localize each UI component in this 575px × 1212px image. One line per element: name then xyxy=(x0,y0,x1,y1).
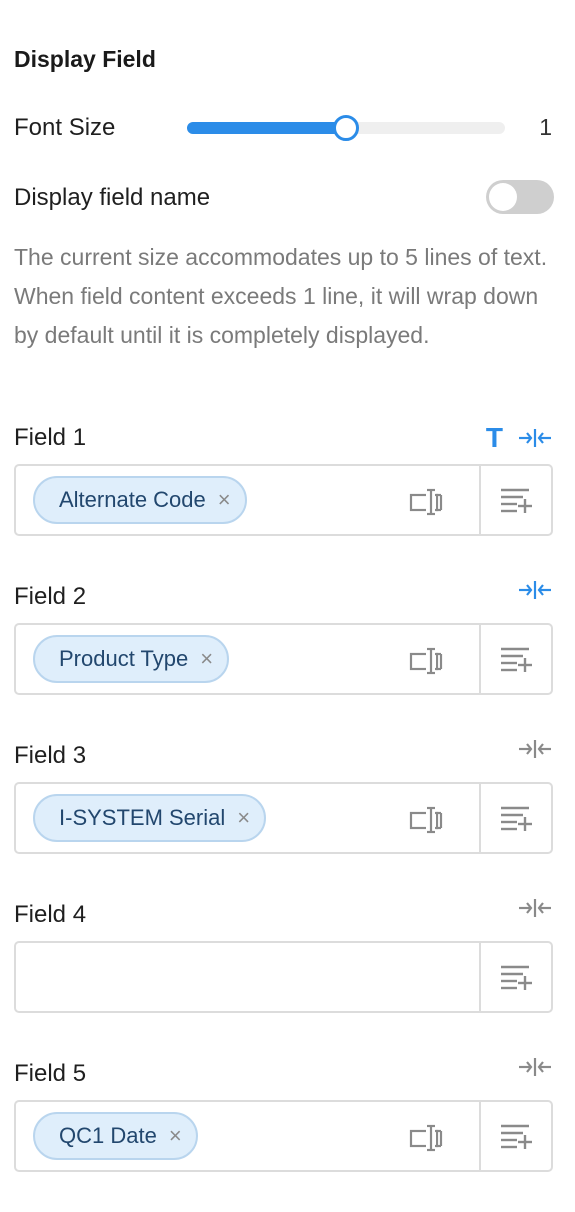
chip-close-icon[interactable]: × xyxy=(218,487,231,513)
column-width-icon[interactable] xyxy=(409,488,443,516)
field-chip[interactable]: QC1 Date × xyxy=(33,1112,198,1160)
add-list-icon xyxy=(499,487,533,513)
display-field-name-toggle[interactable] xyxy=(486,180,554,214)
chip-label: I-SYSTEM Serial xyxy=(59,805,226,830)
add-field-button[interactable] xyxy=(479,1102,551,1170)
field-label: Field 3 xyxy=(14,742,87,769)
toggle-knob xyxy=(489,183,517,211)
field-label: Field 2 xyxy=(14,583,87,610)
section-title: Display Field xyxy=(14,46,156,72)
chip-close-icon[interactable]: × xyxy=(237,805,250,831)
field-label: Field 5 xyxy=(14,1060,87,1087)
compress-width-icon[interactable] xyxy=(517,897,553,919)
font-size-value: 1 xyxy=(539,114,552,140)
font-size-row: Font Size 1 xyxy=(14,110,554,150)
display-field-name-row: Display field name xyxy=(14,178,554,218)
field-chip[interactable]: Alternate Code × xyxy=(33,476,247,524)
add-list-icon xyxy=(499,646,533,672)
field-input-box[interactable]: QC1 Date × xyxy=(14,1100,553,1172)
wrap-description: The current size accommodates up to 5 li… xyxy=(14,244,548,348)
field-input-box[interactable]: I-SYSTEM Serial × xyxy=(14,782,553,854)
compress-width-icon[interactable] xyxy=(517,427,553,449)
chip-label: QC1 Date xyxy=(59,1123,157,1148)
column-width-icon[interactable] xyxy=(409,1124,443,1152)
field-chip[interactable]: Product Type × xyxy=(33,635,230,683)
field-actions xyxy=(517,579,553,601)
field-actions: T xyxy=(486,420,553,456)
field-actions xyxy=(517,738,553,760)
chip-label: Product Type xyxy=(59,646,189,671)
slider-handle[interactable] xyxy=(333,115,359,141)
slider-fill xyxy=(187,122,346,134)
field-actions xyxy=(517,897,553,919)
field-label: Field 1 xyxy=(14,424,87,451)
compress-width-icon[interactable] xyxy=(517,579,553,601)
chip-label: Alternate Code xyxy=(59,487,206,512)
field-chip[interactable]: I-SYSTEM Serial × xyxy=(33,794,267,842)
add-field-button[interactable] xyxy=(479,466,551,534)
add-list-icon xyxy=(499,964,533,990)
field-input-box[interactable]: Alternate Code × xyxy=(14,464,553,536)
column-width-icon[interactable] xyxy=(409,647,443,675)
text-style-icon[interactable]: T xyxy=(486,420,503,456)
font-size-slider[interactable] xyxy=(187,115,505,141)
compress-width-icon[interactable] xyxy=(517,738,553,760)
add-field-button[interactable] xyxy=(479,625,551,693)
add-field-button[interactable] xyxy=(479,784,551,852)
chip-close-icon[interactable]: × xyxy=(200,646,213,672)
chip-close-icon[interactable]: × xyxy=(169,1123,182,1149)
display-field-name-label: Display field name xyxy=(14,184,211,211)
field-label: Field 4 xyxy=(14,901,87,928)
column-width-icon[interactable] xyxy=(409,806,443,834)
add-list-icon xyxy=(499,1123,533,1149)
display-field-panel: Display Field Font Size 1 Display field … xyxy=(0,0,575,1212)
add-list-icon xyxy=(499,805,533,831)
field-input-box[interactable]: Product Type × xyxy=(14,623,553,695)
compress-width-icon[interactable] xyxy=(517,1056,553,1078)
field-actions xyxy=(517,1056,553,1078)
field-input-box[interactable] xyxy=(14,941,553,1013)
font-size-label: Font Size xyxy=(14,114,116,141)
add-field-button[interactable] xyxy=(479,943,551,1011)
